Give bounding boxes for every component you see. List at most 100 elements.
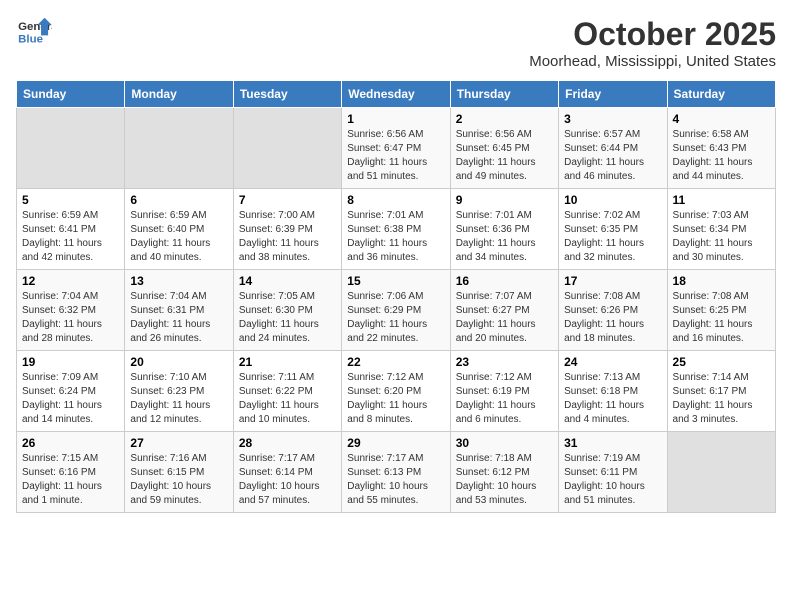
day-number: 6: [130, 193, 227, 207]
logo: General Blue: [16, 16, 52, 46]
calendar-table: SundayMondayTuesdayWednesdayThursdayFrid…: [16, 80, 776, 513]
day-info: Sunrise: 6:58 AMSunset: 6:43 PMDaylight:…: [673, 128, 770, 184]
day-info: Sunrise: 7:01 AMSunset: 6:36 PMDaylight:…: [456, 209, 553, 265]
calendar-week-row: 5 Sunrise: 6:59 AMSunset: 6:41 PMDaylight…: [17, 189, 776, 270]
day-info: Sunrise: 7:03 AMSunset: 6:34 PMDaylight:…: [673, 209, 770, 265]
page-header: General Blue October 2025 Moorhead, Miss…: [16, 16, 776, 70]
calendar-day-cell: 20 Sunrise: 7:10 AMSunset: 6:23 PMDayligh…: [125, 351, 233, 432]
day-info: Sunrise: 7:17 AMSunset: 6:13 PMDaylight:…: [347, 452, 444, 508]
calendar-week-row: 26 Sunrise: 7:15 AMSunset: 6:16 PMDayligh…: [17, 432, 776, 513]
day-number: 18: [673, 274, 770, 288]
calendar-day-cell: 17 Sunrise: 7:08 AMSunset: 6:26 PMDayligh…: [559, 270, 667, 351]
calendar-week-row: 12Sunrise: 7:04 AMSunset: 6:32 PMDayligh…: [17, 270, 776, 351]
day-info: Sunrise: 7:04 AMSunset: 6:31 PMDaylight:…: [130, 290, 227, 346]
day-number: 26: [22, 436, 119, 450]
logo-icon: General Blue: [16, 16, 52, 46]
calendar-day-cell: 12Sunrise: 7:04 AMSunset: 6:32 PMDayligh…: [17, 270, 125, 351]
day-number: 16: [456, 274, 553, 288]
day-number: 14: [239, 274, 336, 288]
day-info: Sunrise: 6:59 AMSunset: 6:40 PMDaylight:…: [130, 209, 227, 265]
weekday-header: Friday: [559, 81, 667, 108]
day-info: Sunrise: 7:13 AMSunset: 6:18 PMDaylight:…: [564, 371, 661, 427]
day-number: 5: [22, 193, 119, 207]
day-info: Sunrise: 7:05 AMSunset: 6:30 PMDaylight:…: [239, 290, 336, 346]
day-number: 2: [456, 112, 553, 126]
weekday-header: Wednesday: [342, 81, 450, 108]
calendar-day-cell: 14 Sunrise: 7:05 AMSunset: 6:30 PMDayligh…: [233, 270, 341, 351]
title-block: October 2025 Moorhead, Mississippi, Unit…: [529, 16, 776, 70]
calendar-day-cell: [125, 108, 233, 189]
location: Moorhead, Mississippi, United States: [529, 53, 776, 70]
day-number: 3: [564, 112, 661, 126]
calendar-day-cell: 19Sunrise: 7:09 AMSunset: 6:24 PMDayligh…: [17, 351, 125, 432]
day-number: 12: [22, 274, 119, 288]
calendar-day-cell: 28Sunrise: 7:17 AMSunset: 6:14 PMDayligh…: [233, 432, 341, 513]
calendar-day-cell: 31Sunrise: 7:19 AMSunset: 6:11 PMDayligh…: [559, 432, 667, 513]
calendar-day-cell: 11 Sunrise: 7:03 AMSunset: 6:34 PMDayligh…: [667, 189, 775, 270]
day-number: 13: [130, 274, 227, 288]
weekday-header: Thursday: [450, 81, 558, 108]
day-number: 20: [130, 355, 227, 369]
calendar-day-cell: 27 Sunrise: 7:16 AMSunset: 6:15 PMDayligh…: [125, 432, 233, 513]
day-number: 25: [673, 355, 770, 369]
day-number: 17: [564, 274, 661, 288]
calendar-day-cell: 1Sunrise: 6:56 AMSunset: 6:47 PMDaylight…: [342, 108, 450, 189]
calendar-day-cell: 9 Sunrise: 7:01 AMSunset: 6:36 PMDaylight…: [450, 189, 558, 270]
calendar-day-cell: 29 Sunrise: 7:17 AMSunset: 6:13 PMDayligh…: [342, 432, 450, 513]
calendar-day-cell: 22 Sunrise: 7:12 AMSunset: 6:20 PMDayligh…: [342, 351, 450, 432]
day-number: 15: [347, 274, 444, 288]
calendar-day-cell: 10 Sunrise: 7:02 AMSunset: 6:35 PMDayligh…: [559, 189, 667, 270]
day-number: 4: [673, 112, 770, 126]
day-info: Sunrise: 7:16 AMSunset: 6:15 PMDaylight:…: [130, 452, 227, 508]
weekday-header-row: SundayMondayTuesdayWednesdayThursdayFrid…: [17, 81, 776, 108]
month-title: October 2025: [529, 16, 776, 53]
day-number: 27: [130, 436, 227, 450]
calendar-day-cell: [667, 432, 775, 513]
day-number: 9: [456, 193, 553, 207]
day-number: 24: [564, 355, 661, 369]
day-number: 21: [239, 355, 336, 369]
calendar-day-cell: 25Sunrise: 7:14 AMSunset: 6:17 PMDayligh…: [667, 351, 775, 432]
day-info: Sunrise: 6:56 AMSunset: 6:45 PMDaylight:…: [456, 128, 553, 184]
day-info: Sunrise: 7:19 AMSunset: 6:11 PMDaylight:…: [564, 452, 661, 508]
calendar-day-cell: 26 Sunrise: 7:15 AMSunset: 6:16 PMDayligh…: [17, 432, 125, 513]
day-number: 10: [564, 193, 661, 207]
calendar-day-cell: 30 Sunrise: 7:18 AMSunset: 6:12 PMDayligh…: [450, 432, 558, 513]
svg-text:Blue: Blue: [18, 33, 43, 45]
calendar-day-cell: [233, 108, 341, 189]
day-info: Sunrise: 7:09 AMSunset: 6:24 PMDaylight:…: [22, 371, 119, 427]
day-number: 22: [347, 355, 444, 369]
calendar-day-cell: 3 Sunrise: 6:57 AMSunset: 6:44 PMDaylight…: [559, 108, 667, 189]
day-info: Sunrise: 7:12 AMSunset: 6:19 PMDaylight:…: [456, 371, 553, 427]
calendar-day-cell: 5 Sunrise: 6:59 AMSunset: 6:41 PMDaylight…: [17, 189, 125, 270]
day-number: 29: [347, 436, 444, 450]
day-info: Sunrise: 7:08 AMSunset: 6:26 PMDaylight:…: [564, 290, 661, 346]
day-number: 28: [239, 436, 336, 450]
calendar-day-cell: 15Sunrise: 7:06 AMSunset: 6:29 PMDayligh…: [342, 270, 450, 351]
calendar-day-cell: 6 Sunrise: 6:59 AMSunset: 6:40 PMDaylight…: [125, 189, 233, 270]
day-info: Sunrise: 6:57 AMSunset: 6:44 PMDaylight:…: [564, 128, 661, 184]
day-info: Sunrise: 7:18 AMSunset: 6:12 PMDaylight:…: [456, 452, 553, 508]
day-info: Sunrise: 7:11 AMSunset: 6:22 PMDaylight:…: [239, 371, 336, 427]
day-number: 30: [456, 436, 553, 450]
day-number: 8: [347, 193, 444, 207]
calendar-week-row: 1Sunrise: 6:56 AMSunset: 6:47 PMDaylight…: [17, 108, 776, 189]
calendar-day-cell: [17, 108, 125, 189]
day-info: Sunrise: 7:02 AMSunset: 6:35 PMDaylight:…: [564, 209, 661, 265]
calendar-day-cell: 18Sunrise: 7:08 AMSunset: 6:25 PMDayligh…: [667, 270, 775, 351]
calendar-day-cell: 24 Sunrise: 7:13 AMSunset: 6:18 PMDayligh…: [559, 351, 667, 432]
day-info: Sunrise: 7:15 AMSunset: 6:16 PMDaylight:…: [22, 452, 119, 508]
calendar-day-cell: 8Sunrise: 7:01 AMSunset: 6:38 PMDaylight…: [342, 189, 450, 270]
day-info: Sunrise: 6:59 AMSunset: 6:41 PMDaylight:…: [22, 209, 119, 265]
calendar-day-cell: 16Sunrise: 7:07 AMSunset: 6:27 PMDayligh…: [450, 270, 558, 351]
day-info: Sunrise: 7:00 AMSunset: 6:39 PMDaylight:…: [239, 209, 336, 265]
day-info: Sunrise: 7:10 AMSunset: 6:23 PMDaylight:…: [130, 371, 227, 427]
day-info: Sunrise: 7:12 AMSunset: 6:20 PMDaylight:…: [347, 371, 444, 427]
calendar-day-cell: 4 Sunrise: 6:58 AMSunset: 6:43 PMDaylight…: [667, 108, 775, 189]
day-number: 1: [347, 112, 444, 126]
day-number: 11: [673, 193, 770, 207]
weekday-header: Monday: [125, 81, 233, 108]
calendar-day-cell: 23Sunrise: 7:12 AMSunset: 6:19 PMDayligh…: [450, 351, 558, 432]
weekday-header: Saturday: [667, 81, 775, 108]
weekday-header: Sunday: [17, 81, 125, 108]
